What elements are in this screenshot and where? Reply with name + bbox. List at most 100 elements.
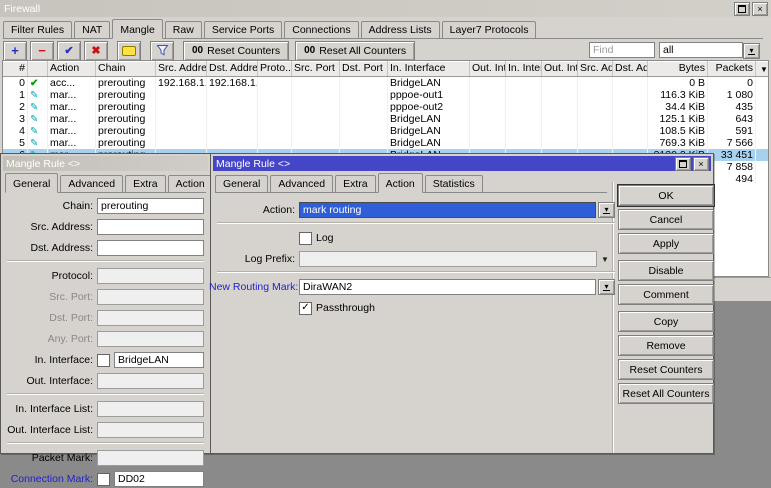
dialog-action-tab-statistics[interactable]: Statistics [425,175,483,192]
dialog-action-tab-action[interactable]: Action [378,173,423,193]
dialog-titlebar[interactable]: Mangle Rule <> [3,156,208,171]
remove-button[interactable]: Remove [618,335,714,356]
add-button[interactable]: + [3,41,27,61]
in-interface-list-select[interactable] [97,401,204,417]
chevron-down-icon[interactable]: ▾ [743,43,760,59]
table-row[interactable]: 0✔acc...prerouting192.168.1....192.168.1… [3,77,768,89]
dialog-action-tab-general[interactable]: General [215,175,268,192]
column-selector-button[interactable]: ▼ [756,61,769,76]
dialog-action-tab-extra[interactable]: Extra [335,175,376,192]
find-input[interactable] [589,42,655,58]
cell-dst-port [340,77,388,89]
reset-all-counters-button[interactable]: 00 Reset All Counters [295,41,415,61]
mark-pencil-icon: ✎ [30,126,38,137]
dialog-general-tab-general[interactable]: General [5,173,58,193]
protocol-select[interactable] [97,268,204,284]
copy-button[interactable]: Copy [618,311,714,332]
disable-button[interactable]: ✖ [84,41,108,61]
passthrough-checkbox[interactable]: ✓ [299,302,312,315]
chevron-down-icon[interactable]: ▾ [598,202,615,218]
cell-out-int2 [542,77,578,89]
table-row[interactable]: 4✎mar...preroutingBridgeLAN108.5 KiB591 [3,125,768,137]
reset-counters-button[interactable]: 00 Reset Counters [183,41,289,61]
reset-counters-button[interactable]: Reset Counters [618,359,714,380]
dialog-general-tab-advanced[interactable]: Advanced [60,175,123,192]
comment-button[interactable]: Comment [618,284,714,305]
tab-service-ports[interactable]: Service Ports [204,21,282,38]
tab-connections[interactable]: Connections [284,21,358,38]
tab-layer7-protocols[interactable]: Layer7 Protocols [442,21,537,38]
reset-all-counters-button[interactable]: Reset All Counters [618,383,714,404]
table-row[interactable]: 5✎mar...preroutingBridgeLAN769.3 KiB7 56… [3,137,768,149]
column-header-src-port[interactable]: Src. Port [292,61,340,76]
dialog-general-tab-action[interactable]: Action [168,175,213,192]
in-interface-select[interactable]: BridgeLAN [114,352,204,368]
close-icon[interactable]: × [752,2,768,16]
firewall-titlebar[interactable]: Firewall × [0,0,771,17]
src-address-input[interactable] [97,219,204,235]
out-interface-select[interactable] [97,373,204,389]
log-checkbox[interactable] [299,232,312,245]
table-row[interactable]: 1✎mar...preroutingpppoe-out1116.3 KiB1 0… [3,89,768,101]
column-header-in-inter[interactable]: In. Inter... [506,61,542,76]
tab-nat[interactable]: NAT [74,21,110,38]
close-icon[interactable]: × [693,157,709,171]
tab-raw[interactable]: Raw [165,21,202,38]
dialog-titlebar[interactable]: Mangle Rule <> × [213,156,711,171]
log-prefix-input[interactable] [299,251,597,267]
new-routing-mark-select[interactable]: DiraWAN2 [299,279,596,295]
ok-button[interactable]: OK [618,185,714,206]
cell-out-int [470,101,506,113]
filter-select[interactable]: all [659,42,743,58]
cancel-button[interactable]: Cancel [618,209,714,230]
column-header-src-ad[interactable]: Src. Ad... [578,61,613,76]
column-header-proto[interactable]: Proto... [258,61,292,76]
separator [7,260,204,262]
column-header-out-int[interactable]: Out. Int... [470,61,506,76]
column-header-out-int[interactable]: Out. Int... [542,61,578,76]
cell-action: mar... [48,113,96,125]
tab-mangle[interactable]: Mangle [112,19,162,39]
cell-packets: 591 [708,125,756,137]
dst-address-input[interactable] [97,240,204,256]
chevron-down-icon[interactable]: ▼ [601,255,609,264]
cell-packets: 1 080 [708,89,756,101]
column-header-action[interactable]: Action [48,61,96,76]
mark-pencil-icon: ✎ [30,90,38,101]
apply-button[interactable]: Apply [618,233,714,254]
disable-button[interactable]: Disable [618,260,714,281]
chevron-down-icon[interactable]: ▾ [598,279,615,295]
in-interface-checkbox[interactable] [97,354,110,367]
restore-icon[interactable] [734,2,750,16]
comment-button[interactable] [117,41,141,61]
filter-button[interactable] [150,41,174,61]
remove-button[interactable]: − [30,41,54,61]
column-header-icon[interactable] [28,61,48,76]
chain-select[interactable]: prerouting [97,198,204,214]
dialog-action-tab-advanced[interactable]: Advanced [270,175,333,192]
restore-icon[interactable] [675,157,691,171]
cell-chain: prerouting [96,137,156,149]
table-row[interactable]: 2✎mar...preroutingpppoe-out234.4 KiB435 [3,101,768,113]
packet-mark-select[interactable] [97,450,204,466]
tab-address-lists[interactable]: Address Lists [361,21,440,38]
column-header-bytes[interactable]: Bytes [648,61,708,76]
tab-filter-rules[interactable]: Filter Rules [3,21,72,38]
column-header-packets[interactable]: Packets [708,61,756,76]
column-header-icon[interactable]: # [3,61,28,76]
dialog-general-tab-extra[interactable]: Extra [125,175,166,192]
cell-in-interface: BridgeLAN [388,125,470,137]
column-header-in-interface[interactable]: In. Interface [388,61,470,76]
table-row[interactable]: 3✎mar...preroutingBridgeLAN125.1 KiB643 [3,113,768,125]
connection-mark-select[interactable]: DD02 [114,471,204,487]
cell-out-int2 [542,113,578,125]
connection-mark-checkbox[interactable] [97,473,110,486]
column-header-dst-address[interactable]: Dst. Address [207,61,258,76]
column-header-src-address[interactable]: Src. Address [156,61,207,76]
out-interface-list-select[interactable] [97,422,204,438]
column-header-dst-port[interactable]: Dst. Port [340,61,388,76]
column-header-chain[interactable]: Chain [96,61,156,76]
action-select[interactable]: mark routing [299,202,596,218]
column-header-dst-ad[interactable]: Dst. Ad... [613,61,648,76]
enable-button[interactable]: ✔ [57,41,81,61]
